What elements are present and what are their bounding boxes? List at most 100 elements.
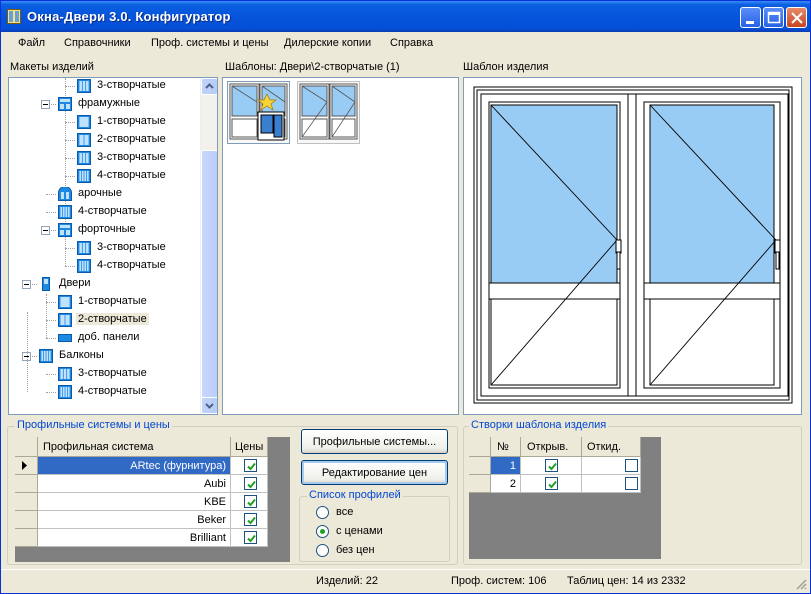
col-header-system[interactable]: Профильная система (38, 437, 231, 457)
sash-open-checkbox[interactable] (545, 477, 558, 490)
tree-connector (46, 194, 56, 195)
tree-connector (65, 248, 75, 249)
prices-cell[interactable] (231, 529, 268, 547)
door-2-icon (58, 313, 72, 327)
row-header[interactable] (469, 457, 491, 475)
product-tree[interactable]: 3-створчатые фрамужные 1-створчатые 2-створ… (8, 77, 218, 415)
col-header-system-label: Профильная система (43, 441, 154, 453)
sash-number-cell[interactable]: 1 (491, 457, 521, 475)
sash-open-checkbox[interactable] (545, 459, 558, 472)
tree-connector (65, 140, 75, 141)
row-header[interactable] (15, 511, 38, 529)
collapse-toggle[interactable] (41, 226, 50, 235)
profile-filter-label[interactable]: без цен (336, 544, 375, 556)
profile-filter-radio[interactable] (316, 506, 329, 519)
row-header[interactable] (469, 475, 491, 493)
checkmark-icon (247, 498, 256, 507)
scroll-thumb[interactable] (201, 150, 217, 398)
tree-scrollbar[interactable] (200, 78, 217, 414)
col-header-open-label: Открыв. (527, 441, 569, 453)
col-header-tilt[interactable]: Откид. (582, 437, 641, 457)
col-header-open[interactable]: Открыв. (521, 437, 582, 457)
prices-checkbox[interactable] (244, 495, 257, 508)
profile-system-cell[interactable]: Brilliant (38, 529, 231, 547)
profile-filter-radio[interactable] (316, 525, 329, 538)
tree-connector (65, 266, 75, 267)
checkmark-icon (548, 462, 557, 471)
tree-connector (65, 176, 75, 177)
templates-list[interactable] (222, 77, 459, 415)
template-thumb[interactable] (297, 81, 360, 144)
sash-tilt-checkbox[interactable] (625, 459, 638, 472)
prices-checkbox[interactable] (244, 459, 257, 472)
prices-cell[interactable] (231, 493, 268, 511)
sashes-group-title: Створки шаблона изделия (469, 419, 609, 431)
menu-profile-systems[interactable]: Проф. системы и цены (151, 37, 268, 49)
profile-filter-label[interactable]: все (336, 506, 353, 518)
profile-system-cell[interactable]: ARtec (фурнитура) (38, 457, 231, 475)
title-bar[interactable]: Окна-Двери 3.0. Конфигуратор (1, 1, 810, 32)
row-header[interactable] (15, 475, 38, 493)
row-header[interactable] (15, 493, 38, 511)
sash-tilt-checkbox[interactable] (625, 477, 638, 490)
sash-number-cell[interactable]: 2 (491, 475, 521, 493)
profiles-grid[interactable]: Профильная система Цены ARtec (фурнитура… (15, 437, 290, 562)
window-1-icon (77, 115, 91, 129)
close-icon (791, 12, 803, 24)
tree-connector (65, 158, 75, 159)
scroll-down-button[interactable] (201, 397, 217, 414)
collapse-toggle[interactable] (22, 280, 31, 289)
app-window: Окна-Двери 3.0. Конфигуратор Файл Справо… (0, 0, 811, 594)
sash-open-cell[interactable] (521, 457, 582, 475)
menu-directories[interactable]: Справочники (64, 37, 131, 49)
status-tables: Таблиц цен: 14 из 2332 (567, 575, 686, 587)
door-2-thumb-icon (299, 83, 358, 140)
tree-connector (27, 312, 28, 392)
scroll-up-button[interactable] (201, 78, 217, 95)
tree-node-label: фрамужные (78, 97, 141, 109)
sashes-grid[interactable]: № Открыв. Откид. 12 (469, 437, 661, 559)
vent-window-icon (58, 223, 72, 237)
row-header[interactable] (15, 457, 38, 475)
maximize-button[interactable] (763, 7, 784, 28)
row-header[interactable] (15, 529, 38, 547)
prices-cell[interactable] (231, 475, 268, 493)
menu-file[interactable]: Файл (18, 37, 45, 49)
menu-bar: Файл Справочники Проф. системы и цены Ди… (1, 32, 810, 54)
col-header-num-label: № (497, 441, 509, 453)
profile-system-cell[interactable]: Aubi (38, 475, 231, 493)
sash-tilt-cell[interactable] (582, 457, 641, 475)
sash-open-cell[interactable] (521, 475, 582, 493)
profile-systems-button[interactable]: Профильные системы... (301, 429, 448, 454)
status-bar: Изделий: 22 Проф. систем: 106 Таблиц цен… (1, 569, 810, 593)
col-header-tilt-label: Откид. (587, 441, 622, 453)
prices-checkbox[interactable] (244, 531, 257, 544)
template-thumb-selected[interactable] (227, 81, 290, 144)
sash-tilt-cell[interactable] (582, 475, 641, 493)
menu-dealer-copies[interactable]: Дилерские копии (284, 37, 371, 49)
edit-prices-button[interactable]: Редактирование цен (301, 460, 448, 485)
tree-node-label: 2-створчатые (97, 133, 166, 145)
prices-cell[interactable] (231, 511, 268, 529)
tree-node-label: 2-створчатые (76, 313, 149, 325)
checkmark-icon (247, 462, 256, 471)
col-header-prices[interactable]: Цены (231, 437, 268, 457)
close-button[interactable] (786, 7, 807, 28)
status-systems: Проф. систем: 106 (451, 575, 547, 587)
prices-checkbox[interactable] (244, 513, 257, 526)
arched-window-icon (58, 187, 72, 201)
prices-checkbox[interactable] (244, 477, 257, 490)
window-4-icon (77, 259, 91, 273)
profile-system-cell[interactable]: KBE (38, 493, 231, 511)
profile-system-cell[interactable]: Beker (38, 511, 231, 529)
minimize-button[interactable] (740, 7, 761, 28)
prices-cell[interactable] (231, 457, 268, 475)
menu-help[interactable]: Справка (390, 37, 433, 49)
resize-grip-icon[interactable] (795, 578, 807, 590)
profile-filter-radio[interactable] (316, 544, 329, 557)
col-header-num[interactable]: № (491, 437, 521, 457)
tree-connector (46, 374, 56, 375)
door-1-icon (58, 295, 72, 309)
profile-filter-label[interactable]: с ценами (336, 525, 383, 537)
collapse-toggle[interactable] (41, 100, 50, 109)
